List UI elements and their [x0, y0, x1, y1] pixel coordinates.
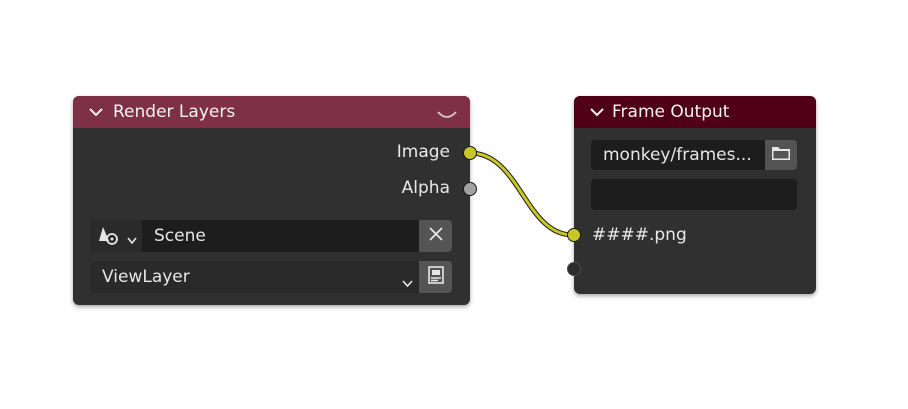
browse-folder-button[interactable] — [765, 140, 797, 170]
node-title: Frame Output — [612, 102, 730, 122]
output-path-field[interactable]: monkey/frames... — [591, 140, 765, 170]
chevron-down-icon[interactable] — [83, 107, 109, 117]
render-result-button[interactable] — [419, 261, 452, 293]
frame-output-node[interactable]: Frame Output monkey/frames... ####.png — [567, 96, 816, 294]
node-title: Render Layers — [113, 102, 236, 122]
chevron-down-icon[interactable] — [588, 107, 606, 117]
chevron-down-small-icon[interactable] — [402, 273, 413, 293]
secondary-field[interactable] — [591, 179, 797, 210]
alpha-output-socket[interactable] — [463, 182, 477, 196]
png-input-socket[interactable] — [567, 228, 581, 242]
collapse-caret-icon[interactable] — [436, 106, 458, 126]
image-output-socket[interactable] — [463, 146, 477, 160]
close-icon — [428, 226, 443, 246]
output-label-image: Image — [396, 142, 450, 162]
empty-input-socket[interactable] — [567, 262, 581, 276]
chevron-down-small-icon[interactable] — [127, 230, 137, 250]
render-layers-node[interactable]: Render Layers Image Alpha Scene ViewLaye… — [73, 96, 477, 305]
scene-name-field[interactable]: Scene — [142, 220, 419, 252]
render-result-icon — [426, 265, 446, 290]
render-layers-header[interactable]: Render Layers — [73, 96, 470, 128]
frame-output-header[interactable]: Frame Output — [574, 96, 816, 128]
output-label-alpha: Alpha — [401, 178, 450, 198]
unlink-scene-button[interactable] — [419, 220, 452, 252]
view-layer-selector[interactable]: ViewLayer — [90, 261, 452, 293]
folder-icon — [771, 145, 791, 165]
input-label-png: ####.png — [592, 225, 687, 245]
scene-selector[interactable]: Scene — [90, 220, 452, 252]
view-layer-value: ViewLayer — [102, 267, 190, 287]
